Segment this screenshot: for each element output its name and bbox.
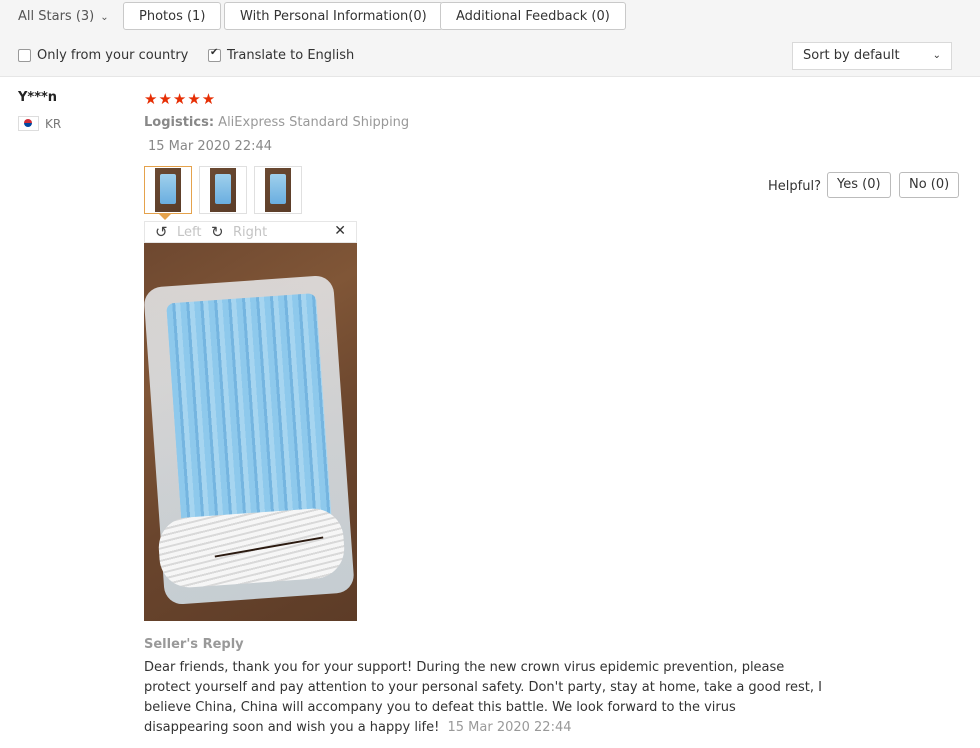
reviewer-country: KR bbox=[18, 116, 61, 131]
image-viewer-toolbar: ↺ Left ↻ Right ✕ bbox=[144, 221, 357, 243]
rotate-right-icon[interactable]: ↻ bbox=[211, 223, 224, 241]
translate-checkbox[interactable] bbox=[208, 47, 221, 62]
logistics-info: Logistics: AliExpress Standard Shipping bbox=[144, 115, 409, 130]
chevron-down-icon: ⌄ bbox=[932, 50, 941, 61]
country-filter[interactable]: Only from your country bbox=[18, 48, 188, 63]
photo-thumbnail-image bbox=[265, 168, 291, 212]
filter-bar: All Stars (3) ⌄ Photos (1) With Personal … bbox=[0, 0, 980, 77]
seller-reply-date: 15 Mar 2020 22:44 bbox=[447, 720, 572, 735]
seller-reply-title: Seller's Reply bbox=[144, 637, 244, 652]
reviewer-name: Y***n bbox=[18, 90, 58, 105]
helpful-label: Helpful? bbox=[768, 179, 821, 194]
photo-masks-shape bbox=[166, 293, 332, 533]
seller-reply-body: Dear friends, thank you for your support… bbox=[144, 658, 824, 738]
review-date: 15 Mar 2020 22:44 bbox=[148, 139, 273, 154]
translate-checkbox-label: Translate to English bbox=[227, 48, 355, 63]
photo-thumbnail[interactable] bbox=[254, 166, 302, 214]
photo-thumbnail[interactable] bbox=[144, 166, 192, 214]
star-rating: ★★★★★ bbox=[144, 90, 217, 108]
country-checkbox[interactable] bbox=[18, 49, 31, 62]
additional-feedback-filter-button[interactable]: Additional Feedback (0) bbox=[440, 2, 626, 30]
photo-thumbnail-image bbox=[155, 168, 181, 212]
rotate-left-icon[interactable]: ↺ bbox=[155, 223, 168, 241]
chevron-down-icon: ⌄ bbox=[100, 12, 109, 23]
helpful-yes-button[interactable]: Yes (0) bbox=[827, 172, 891, 198]
active-thumbnail-pointer bbox=[159, 214, 171, 220]
photo-thumbnail[interactable] bbox=[199, 166, 247, 214]
photo-thumbnail-image bbox=[210, 168, 236, 212]
sort-label: Sort by default bbox=[803, 48, 900, 63]
close-icon[interactable]: ✕ bbox=[334, 223, 346, 239]
helpful-no-button[interactable]: No (0) bbox=[899, 172, 960, 198]
logistics-label: Logistics: bbox=[144, 115, 215, 130]
logistics-value: AliExpress Standard Shipping bbox=[218, 115, 410, 130]
korea-flag-icon bbox=[18, 116, 39, 131]
rotate-right-label[interactable]: Right bbox=[233, 225, 267, 240]
photos-filter-button[interactable]: Photos (1) bbox=[123, 2, 222, 30]
country-checkbox-label: Only from your country bbox=[37, 48, 189, 63]
translate-filter[interactable]: Translate to English bbox=[208, 47, 355, 63]
rotate-left-label[interactable]: Left bbox=[177, 225, 201, 240]
personal-info-filter-button[interactable]: With Personal Information(0) bbox=[224, 2, 443, 30]
star-filter-label: All Stars (3) bbox=[18, 9, 95, 24]
sort-dropdown[interactable]: Sort by default ⌄ bbox=[792, 42, 952, 70]
star-filter-dropdown[interactable]: All Stars (3) ⌄ bbox=[18, 9, 109, 24]
review-photo bbox=[144, 243, 357, 621]
country-code: KR bbox=[45, 116, 62, 131]
